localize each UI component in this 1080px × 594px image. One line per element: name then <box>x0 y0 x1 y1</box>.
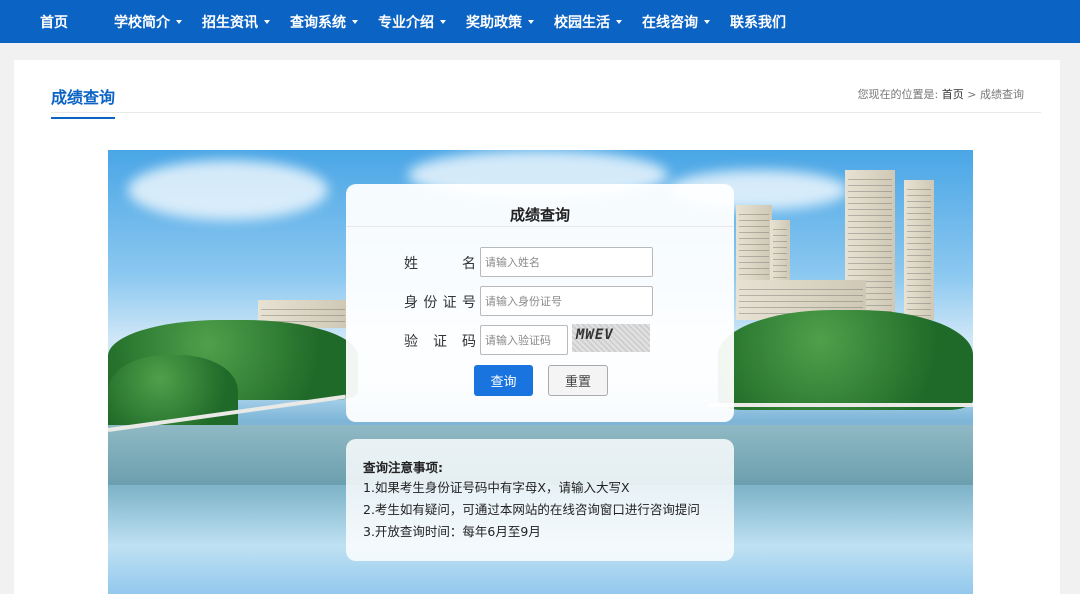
notes-item: 1.如果考生身份证号码中有字母X，请输入大写X <box>363 480 630 495</box>
id-number-input[interactable] <box>480 286 653 316</box>
caret-down-icon <box>704 19 710 24</box>
nav-item-admissions[interactable]: 招生资讯 <box>202 12 270 32</box>
caret-down-icon <box>352 19 358 24</box>
reset-button[interactable]: 重置 <box>548 365 608 396</box>
form-title-divider <box>346 226 734 227</box>
breadcrumb-current: 成绩查询 <box>980 88 1024 101</box>
nav-item-label: 学校简介 <box>114 14 170 31</box>
title-divider <box>51 112 1041 113</box>
tree-line <box>108 355 238 435</box>
notes-item: 3.开放查询时间：每年6月至9月 <box>363 524 541 539</box>
query-button[interactable]: 查询 <box>474 365 533 396</box>
caret-down-icon <box>264 19 270 24</box>
nav-item-label: 首页 <box>40 14 68 31</box>
nav-item-label: 联系我们 <box>730 14 786 31</box>
cloud <box>128 160 328 220</box>
tower-building <box>904 180 934 320</box>
nav-item-label: 查询系统 <box>290 14 346 31</box>
query-form-card: 成绩查询 姓名 身份证号 验证码 MWEV 查询 重置 <box>346 184 734 422</box>
nav-item-majors[interactable]: 专业介绍 <box>378 12 446 32</box>
name-label: 姓名 <box>404 256 476 272</box>
name-input[interactable] <box>480 247 653 277</box>
notes-item: 2.考生如有疑问，可通过本网站的在线咨询窗口进行咨询提问 <box>363 502 700 517</box>
captcha-image[interactable]: MWEV <box>572 324 650 352</box>
nav-item-label: 奖助政策 <box>466 14 522 31</box>
caret-down-icon <box>176 19 182 24</box>
caret-down-icon <box>616 19 622 24</box>
breadcrumb-home-link[interactable]: 首页 <box>942 88 964 101</box>
tower-building <box>736 205 772 285</box>
breadcrumb: 您现在的位置是: 首页 > 成绩查询 <box>858 86 1024 102</box>
nav-item-online-consult[interactable]: 在线咨询 <box>642 12 710 32</box>
nav-item-contact[interactable]: 联系我们 <box>730 12 786 32</box>
nav-item-home[interactable]: 首页 <box>40 12 68 32</box>
tree-line <box>718 310 973 410</box>
nav-item-school-intro[interactable]: 学校简介 <box>114 12 182 32</box>
id-number-label: 身份证号 <box>404 295 476 311</box>
nav-item-label: 招生资讯 <box>202 14 258 31</box>
page-title: 成绩查询 <box>51 84 116 119</box>
bridge-railing <box>708 403 973 407</box>
nav-item-label: 校园生活 <box>554 14 610 31</box>
notes-title: 查询注意事项: <box>363 460 443 475</box>
nav-item-query-system[interactable]: 查询系统 <box>290 12 358 32</box>
form-title: 成绩查询 <box>509 206 570 224</box>
captcha-label: 验证码 <box>404 334 476 350</box>
caret-down-icon <box>440 19 446 24</box>
breadcrumb-separator: > <box>967 88 977 101</box>
tower-building <box>770 220 790 285</box>
nav-item-label: 在线咨询 <box>642 14 698 31</box>
nav-item-scholarships[interactable]: 奖助政策 <box>466 12 534 32</box>
nav-item-label: 专业介绍 <box>378 14 434 31</box>
caret-down-icon <box>528 19 534 24</box>
query-notes-card: 查询注意事项: 1.如果考生身份证号码中有字母X，请输入大写X 2.考生如有疑问… <box>346 439 734 561</box>
nav-item-campus-life[interactable]: 校园生活 <box>554 12 622 32</box>
top-nav: 首页 学校简介 招生资讯 查询系统 专业介绍 奖助政策 校园生活 在线咨询 联系… <box>0 0 1080 43</box>
captcha-input[interactable] <box>480 325 568 355</box>
breadcrumb-prefix: 您现在的位置是: <box>857 88 939 101</box>
